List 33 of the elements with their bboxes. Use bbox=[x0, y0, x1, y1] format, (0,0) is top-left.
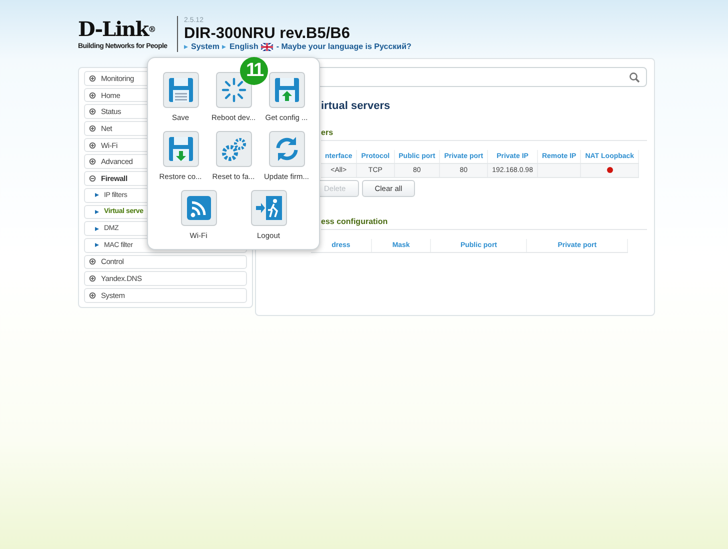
upload-icon[interactable] bbox=[268, 72, 304, 108]
section-heading: ess configuration bbox=[321, 217, 647, 230]
triangle-icon bbox=[95, 226, 99, 231]
plus-circle-icon bbox=[89, 142, 96, 149]
plus-circle-icon bbox=[89, 292, 96, 299]
search-icon bbox=[629, 72, 640, 82]
page-title: irtual servers bbox=[321, 100, 392, 112]
wifi-icon[interactable] bbox=[180, 190, 216, 226]
plus-circle-icon bbox=[89, 124, 96, 132]
triangle-icon bbox=[95, 243, 99, 248]
triangle-icon bbox=[95, 210, 99, 214]
breadcrumb-link[interactable]: English bbox=[229, 42, 258, 51]
triangle-icon bbox=[222, 44, 226, 48]
plus-circle-icon bbox=[89, 108, 96, 116]
save-icon[interactable] bbox=[162, 72, 198, 108]
breadcrumb-link[interactable]: System bbox=[191, 42, 220, 51]
exit-icon[interactable] bbox=[250, 190, 286, 226]
language-suggestion-link[interactable]: - Maybe your language is Русский? bbox=[276, 42, 412, 51]
plus-circle-icon bbox=[89, 74, 96, 82]
device-model: DIR-300NRU rev.B5/B6 bbox=[184, 25, 351, 42]
gears-icon[interactable] bbox=[216, 131, 252, 167]
section-heading: ers bbox=[321, 128, 647, 141]
plus-circle-icon bbox=[89, 158, 96, 166]
plus-circle-icon bbox=[89, 258, 96, 266]
refresh-icon[interactable] bbox=[268, 131, 304, 167]
plus-circle-icon bbox=[89, 92, 96, 99]
logo-text: D-Link® bbox=[78, 16, 156, 42]
plus-circle-icon bbox=[89, 275, 96, 282]
download-icon[interactable] bbox=[162, 131, 198, 167]
minus-circle-icon bbox=[89, 174, 96, 182]
triangle-icon bbox=[95, 193, 99, 198]
flag-icon bbox=[261, 42, 274, 50]
triangle-icon bbox=[184, 44, 188, 48]
